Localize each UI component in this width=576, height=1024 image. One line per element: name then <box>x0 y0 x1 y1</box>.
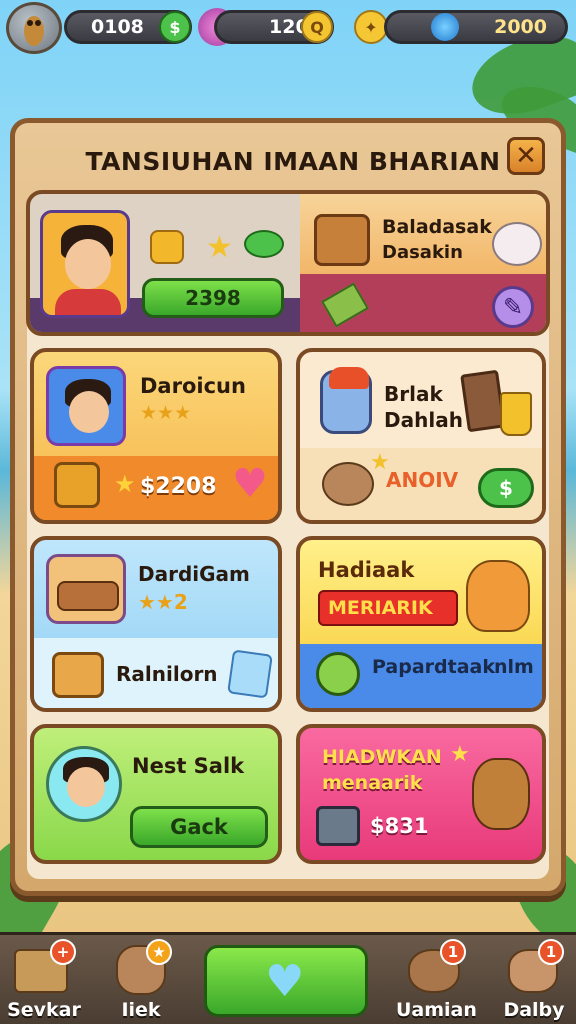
player-portrait[interactable] <box>40 210 130 318</box>
offer-card-brlak[interactable]: Brlak Dahlah ★ ANOIV $ <box>296 348 546 524</box>
offer-card-daroicun[interactable]: Daroicun ★★★ ★ $2208 ♥ <box>30 348 282 524</box>
card-item-label: Ralnilorn <box>116 662 218 686</box>
nav-badge: + <box>50 939 76 965</box>
nav-label: Dalby <box>503 999 565 1021</box>
face <box>65 239 111 289</box>
cat-icon <box>492 222 542 266</box>
tool-icon[interactable]: ✎ <box>492 286 534 328</box>
ice-cube-icon <box>227 649 273 699</box>
owl-icon <box>24 16 44 46</box>
bear-icon <box>472 758 530 830</box>
creature-icon <box>322 462 374 506</box>
bag-icon <box>57 581 119 611</box>
reward-title-line1: Baladasak <box>382 216 492 238</box>
nav-item-dalby[interactable]: 1 Dalby <box>498 935 570 1024</box>
offer-card-hiadwkan[interactable]: HIADWKAN menaarik ★ $831 <box>296 724 546 864</box>
resource2-pill: 120 Q <box>214 10 334 44</box>
blue-gem-icon <box>431 13 459 41</box>
trophy-icon <box>500 392 532 436</box>
star-coin-icon[interactable]: ✦ <box>354 10 388 44</box>
card-label: ANOIV <box>386 468 459 492</box>
robot-hat <box>329 367 369 389</box>
shirt <box>55 289 121 315</box>
face <box>69 391 109 433</box>
panel-title: TANSIUHAN IMAAN BHARIAN <box>85 147 501 176</box>
close-button[interactable]: ✕ <box>507 137 545 175</box>
nav-item-sevkar[interactable]: + Sevkar <box>6 935 82 1024</box>
card-action-button[interactable]: Gack <box>130 806 268 848</box>
card-title-line1: Brlak <box>384 382 443 406</box>
treasure-chest-icon <box>54 462 100 508</box>
card-title: Nest Salk <box>132 754 245 778</box>
nav-label: Iiek <box>121 999 161 1021</box>
offer-card-dardigam[interactable]: DardiGam ★★2 Ralnilorn <box>30 536 282 712</box>
shiba-dog-icon <box>466 560 530 632</box>
magnifier-icon <box>316 652 360 696</box>
nav-badge: 1 <box>440 939 466 965</box>
heart-icon[interactable]: ♥ <box>232 464 268 504</box>
nav-item-home[interactable]: ♥ <box>204 935 368 1024</box>
card-title: DardiGam <box>138 562 250 586</box>
banner-text: MERIARIK <box>328 597 433 619</box>
reward-title-line2: Dasakin <box>382 242 463 263</box>
player-avatar[interactable] <box>6 2 62 54</box>
card-title-line2: menaarik <box>322 772 423 794</box>
star-icon: ★ <box>114 470 136 498</box>
nav-label: Uamian <box>396 999 477 1021</box>
cash-icon[interactable]: $ <box>159 11 191 43</box>
card-stars: ★★2 <box>138 590 188 614</box>
robot-icon <box>320 367 372 434</box>
heart-icon: ♥ <box>265 956 305 1007</box>
resource1-value: 0108 <box>91 16 144 38</box>
cash-icon <box>244 230 284 258</box>
offer-card-nest-salk[interactable]: Nest Salk Gack <box>30 724 282 864</box>
fruit-basket-icon <box>52 652 104 698</box>
sparkle-icon: ★ <box>450 742 470 767</box>
card-title-line1: HIADWKAN <box>322 746 442 768</box>
nav-badge: ★ <box>146 939 172 965</box>
card-suffix: nlm <box>494 656 534 678</box>
card-price: $2208 <box>140 474 217 499</box>
nav-item-iiek[interactable]: ★ Iiek <box>106 935 176 1024</box>
book-icon <box>460 369 506 433</box>
card-item-label: Papardtaak <box>372 656 495 678</box>
card-title-line2: Dahlah <box>384 408 463 432</box>
nav-badge: 1 <box>538 939 564 965</box>
honey-jar-icon <box>150 230 184 264</box>
top-hud: 0108 $ 120 Q ✦ 2000 <box>0 0 576 56</box>
star-icon: ★ <box>206 230 233 265</box>
item-portrait <box>46 554 126 624</box>
bottom-nav: + Sevkar ★ Iiek ♥ 1 Uamian 1 Dalby <box>0 932 576 1024</box>
home-button[interactable]: ♥ <box>204 945 368 1017</box>
character-portrait <box>46 366 126 446</box>
nav-label: Sevkar <box>7 999 81 1021</box>
face <box>67 767 105 807</box>
gold-coin-icon[interactable]: Q <box>301 11 333 43</box>
profile-card: ★ 2398 Baladasak Dasakin ✎ <box>26 190 550 336</box>
offer-card-hadiaak[interactable]: Hadiaak MERIARIK Papardtaak nlm <box>296 536 546 712</box>
card-price: $831 <box>370 814 429 838</box>
resource3-pill: 2000 <box>384 10 568 44</box>
nav-item-uamian[interactable]: 1 Uamian <box>396 935 477 1024</box>
cash-icon[interactable]: $ <box>478 468 534 508</box>
resource1-pill: 0108 $ <box>64 10 192 44</box>
profile-value-button[interactable]: 2398 <box>142 278 284 318</box>
resource3-value: 2000 <box>494 16 547 38</box>
card-stars: ★★★ <box>140 402 192 424</box>
banner-ribbon: MERIARIK <box>318 590 458 626</box>
gem-box-icon <box>316 806 360 846</box>
character-portrait <box>46 746 122 822</box>
card-title: Hadiaak <box>318 558 415 582</box>
treasure-chest-icon <box>314 214 370 266</box>
card-title: Daroicun <box>140 374 246 398</box>
